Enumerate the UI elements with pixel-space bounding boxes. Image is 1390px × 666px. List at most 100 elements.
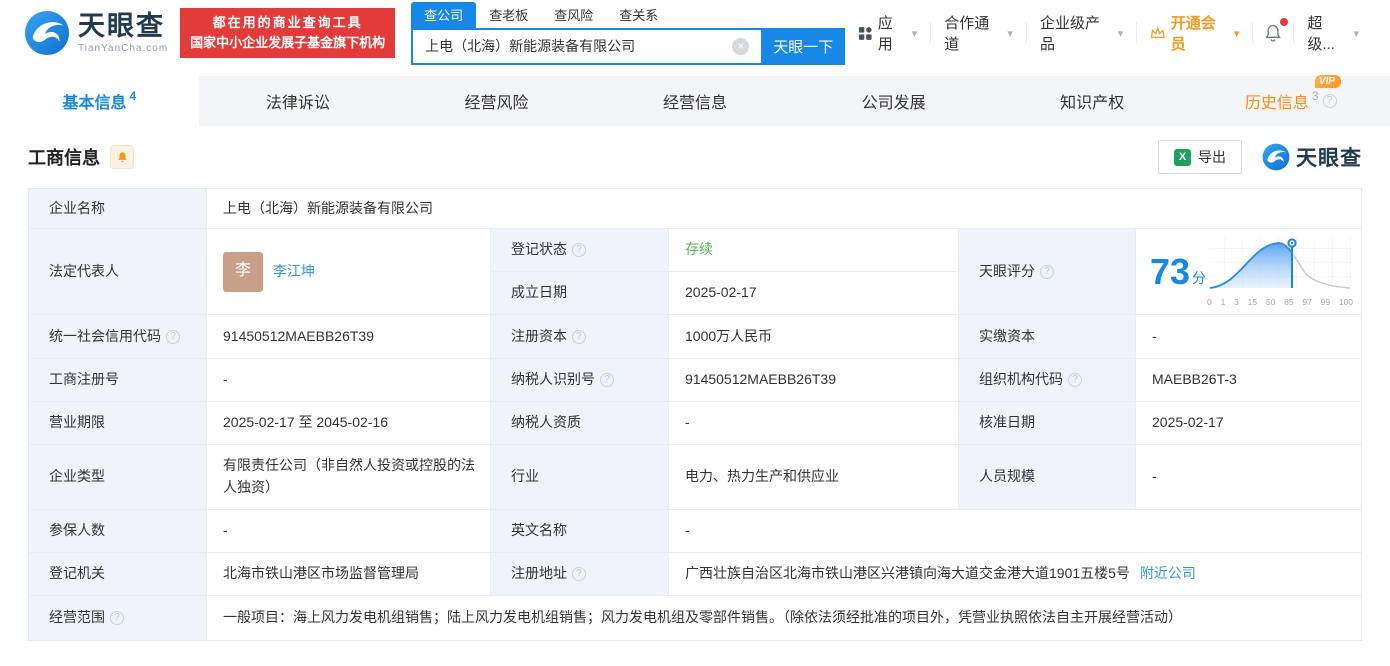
field-value-credit-code: 91450512MAEBB26T39: [207, 315, 491, 359]
field-label-registration-status: 登记状态 ?: [491, 229, 669, 272]
nav-account[interactable]: 超级... ▾: [1293, 15, 1372, 53]
help-icon[interactable]: ?: [110, 611, 124, 625]
apps-grid-icon: [859, 26, 872, 40]
tab-legal-litigation[interactable]: 法律诉讼: [199, 76, 398, 126]
field-value-taxpayer-quality: -: [669, 402, 959, 445]
field-label-company-name: 企业名称: [29, 189, 207, 229]
field-value-english-name: -: [669, 510, 1363, 553]
nav-partner[interactable]: 合作通道 ▾: [930, 15, 1026, 53]
tianyancha-logo-icon: [24, 10, 70, 56]
section-header: 工商信息 X 导出 天眼查: [28, 126, 1362, 188]
nav-enterprise[interactable]: 企业级产品 ▾: [1025, 15, 1136, 53]
tab-operational-risk-label: 经营风险: [464, 95, 529, 112]
tianyancha-watermark-logo: 天眼查: [1262, 142, 1362, 172]
tab-legal-litigation-label: 法律诉讼: [265, 95, 330, 112]
field-value-registration-number: -: [207, 359, 491, 402]
top-header: 天眼查 TianYanCha.com 都在用的商业查询工具 国家中小企业发展子基…: [0, 0, 1390, 66]
legal-representative-link[interactable]: 李江坤: [273, 261, 315, 283]
bell-icon: [1265, 24, 1282, 42]
promo-banner-line1: 都在用的商业查询工具: [212, 14, 363, 30]
chevron-down-icon: ▾: [1233, 27, 1240, 40]
promo-banner: 都在用的商业查询工具 国家中小企业发展子基金旗下机构: [180, 7, 396, 59]
field-label-approval-date: 核准日期: [959, 402, 1136, 445]
notification-dot: [1280, 18, 1289, 26]
field-value-registration-status: 存续: [669, 229, 959, 272]
field-label-english-name: 英文名称: [491, 510, 669, 553]
field-label-business-term: 营业期限: [29, 402, 207, 445]
score-value: 73: [1150, 250, 1191, 292]
field-label-taxpayer-id: 纳税人识别号 ?: [491, 359, 669, 402]
field-value-establishment-date: 2025-02-17: [669, 272, 959, 315]
search-input[interactable]: [411, 27, 762, 65]
score-distribution-chart: 01 3 15 50 85 97 99 100: [1206, 234, 1354, 310]
field-label-business-scope: 经营范围 ?: [29, 596, 207, 640]
search-button[interactable]: 天眼一下: [761, 27, 846, 65]
detail-tab-bar: 基本信息 4 法律诉讼 经营风险 经营信息 公司发展 知识产权 历史信息 VIP…: [0, 75, 1390, 126]
nav-partner-label: 合作通道: [944, 15, 990, 53]
field-value-company-type: 有限责任公司（非自然人投资或控股的法人独资）: [207, 445, 491, 510]
logo-domain: TianYanCha.com: [78, 42, 169, 54]
field-value-paid-in-capital: -: [1136, 315, 1363, 359]
help-icon[interactable]: ?: [1322, 94, 1337, 108]
help-icon[interactable]: ?: [1068, 373, 1082, 387]
business-registration-table: 企业名称 上电（北海）新能源装备有限公司 法定代表人 李 李江坤 登记状态 ? …: [28, 188, 1363, 641]
help-icon[interactable]: ?: [572, 243, 586, 257]
watermark-logo-text: 天眼查: [1296, 147, 1362, 170]
nav-apps[interactable]: 应用 ▾: [845, 15, 930, 53]
help-icon[interactable]: ?: [166, 329, 180, 344]
field-label-credit-code: 统一社会信用代码 ?: [29, 315, 207, 359]
tianyancha-logo[interactable]: 天眼查 TianYanCha.com: [24, 10, 168, 56]
chevron-down-icon: ▾: [911, 27, 918, 40]
tab-history-info-label: 历史信息: [1244, 95, 1309, 112]
score-curve: [1209, 236, 1352, 289]
section-title: 工商信息: [28, 148, 100, 168]
search-tab-relation[interactable]: 查关系: [606, 2, 671, 28]
help-icon[interactable]: ?: [572, 567, 586, 581]
monitor-bell-button[interactable]: [110, 145, 134, 169]
help-icon[interactable]: ?: [1040, 264, 1054, 279]
tab-basic-info-count: 4: [129, 89, 137, 103]
field-value-business-scope: 一般项目：海上风力发电机组销售；陆上风力发电机组销售；风力发电机组及零部件销售。…: [223, 609, 1182, 626]
clear-search-icon[interactable]: ×: [732, 37, 750, 55]
field-label-registration-authority: 登记机关: [29, 553, 207, 596]
export-button-label: 导出: [1198, 149, 1226, 165]
search-tab-risk[interactable]: 查风险: [541, 2, 606, 28]
field-value-registered-address: 广西壮族自治区北海市铁山港区兴港镇向海大道交金港大道1901五楼5号 附近公司: [669, 553, 1363, 596]
section-header-actions: X 导出 天眼查: [1158, 140, 1362, 174]
legal-representative-avatar[interactable]: 李: [223, 251, 263, 292]
promo-banner-line2: 国家中小企业发展子基金旗下机构: [190, 35, 386, 50]
tab-basic-info[interactable]: 基本信息 4: [0, 76, 199, 126]
nav-open-vip[interactable]: 开通会员 ▾: [1136, 15, 1252, 53]
search-tab-boss[interactable]: 查老板: [476, 2, 541, 28]
status-badge: 存续: [685, 241, 713, 258]
tab-company-development[interactable]: 公司发展: [794, 76, 993, 126]
export-button[interactable]: X 导出: [1158, 140, 1242, 174]
field-label-legal-representative: 法定代表人: [29, 229, 207, 315]
bell-icon: [117, 151, 127, 162]
field-label-organization-code: 组织机构代码 ?: [959, 359, 1136, 402]
field-value-legal-representative: 李 李江坤: [207, 229, 491, 315]
field-value-tianyan-score: 73 分 01 3 15 50 85 97 99 100: [1136, 229, 1363, 315]
field-value-staff-size: -: [1136, 445, 1363, 510]
help-icon[interactable]: ?: [572, 329, 586, 344]
nav-apps-label: 应用: [877, 15, 893, 53]
field-value-industry: 电力、热力生产和供应业: [669, 445, 959, 510]
excel-icon: X: [1174, 148, 1191, 166]
search-tab-company[interactable]: 查公司: [411, 1, 477, 28]
tab-operational-risk[interactable]: 经营风险: [397, 76, 596, 126]
field-label-registered-address: 注册地址 ?: [491, 553, 669, 596]
nearby-companies-link[interactable]: 附近公司: [1140, 563, 1196, 585]
tianyancha-logo-icon: [1262, 143, 1290, 171]
tab-intellectual-property[interactable]: 知识产权: [993, 76, 1192, 126]
field-label-tianyan-score: 天眼评分 ?: [959, 229, 1136, 315]
search-tabs: 查公司 查老板 查风险 查关系: [411, 1, 845, 28]
field-label-industry: 行业: [491, 445, 669, 510]
search-area: 查公司 查老板 查风险 查关系 × 天眼一下: [411, 1, 846, 65]
help-icon[interactable]: ?: [600, 373, 614, 387]
nav-notifications[interactable]: [1252, 18, 1293, 44]
tab-business-info[interactable]: 经营信息: [596, 76, 795, 126]
tab-history-info[interactable]: 历史信息 VIP 3 ?: [1191, 75, 1390, 126]
field-value-registered-capital: 1000万人民币: [669, 315, 959, 359]
score-axis-ticks: 01 3 15 50 85 97 99 100: [1207, 297, 1354, 308]
search-box: × 天眼一下: [411, 27, 846, 65]
